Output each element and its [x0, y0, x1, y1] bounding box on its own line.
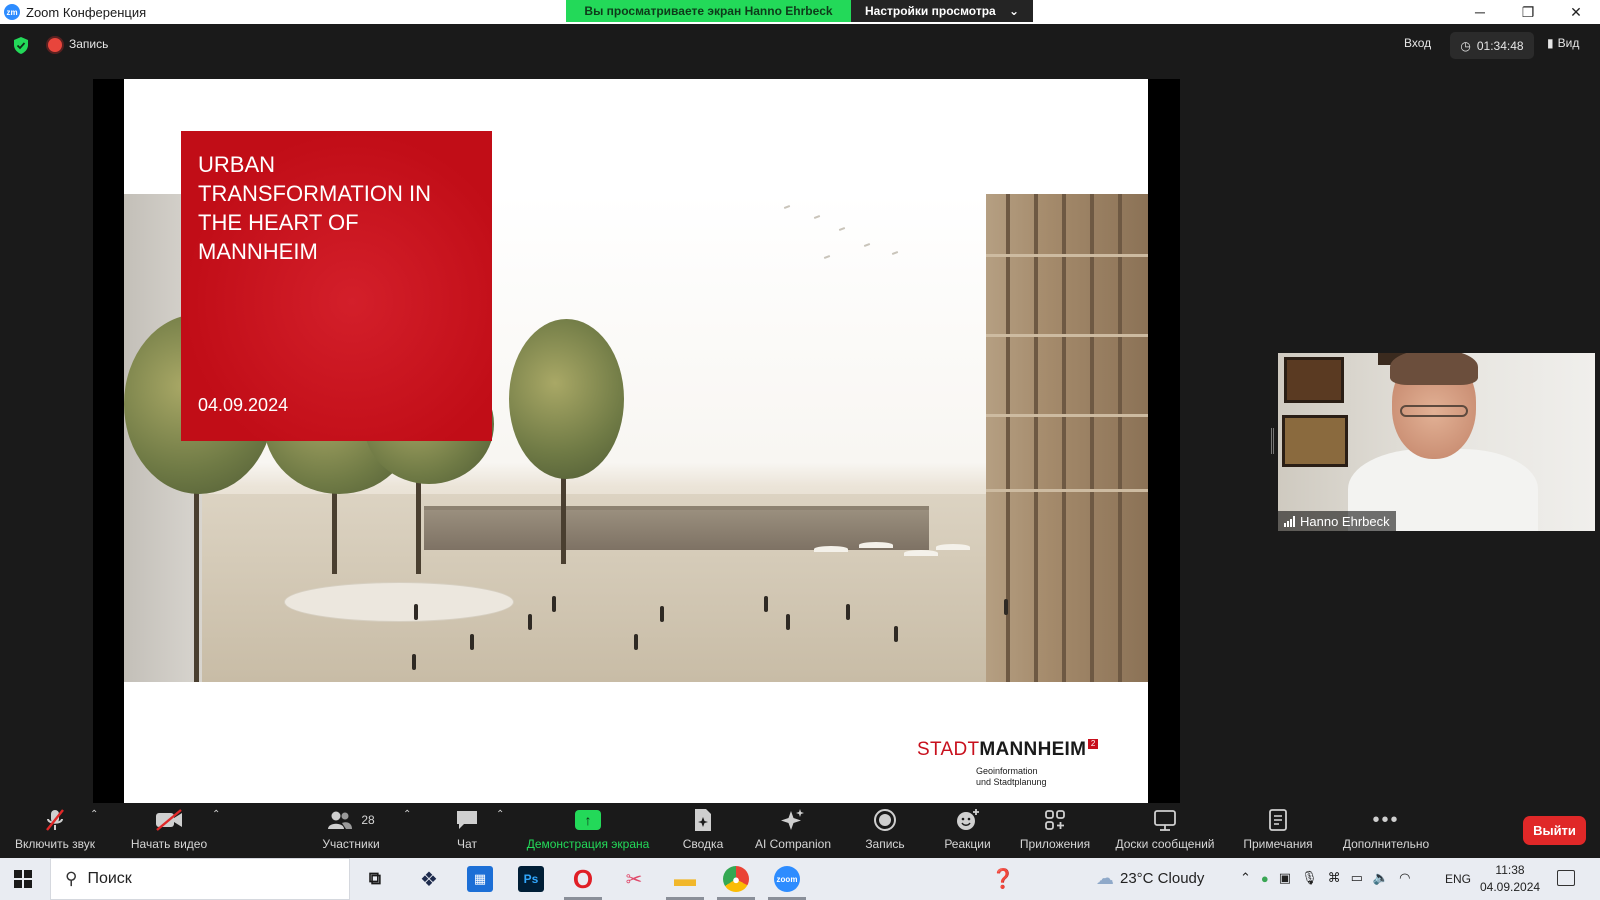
more-dots-icon: •••: [1372, 808, 1400, 831]
signal-strength-icon: [1284, 515, 1295, 527]
summary-button[interactable]: Сводка: [673, 803, 733, 858]
video-off-icon: [155, 805, 183, 835]
share-screen-button[interactable]: ↑ Демонстрация экрана: [518, 803, 658, 858]
record-button[interactable]: Запись: [855, 803, 915, 858]
audio-options-caret[interactable]: ⌃: [90, 809, 98, 820]
shield-icon[interactable]: [13, 37, 29, 54]
task-view-icon[interactable]: ⧉: [362, 866, 388, 892]
window-controls: ─ ❐ ✕: [1456, 0, 1600, 24]
chat-icon: [455, 805, 479, 835]
presentation-slide: URBAN TRANSFORMATION IN THE HEART OF MAN…: [124, 79, 1148, 803]
zoom-app-icon: zm: [4, 4, 20, 20]
recording-icon: [48, 38, 62, 52]
photoshop-icon[interactable]: Ps: [518, 866, 544, 892]
language-indicator[interactable]: ENG: [1445, 872, 1471, 886]
more-button[interactable]: ••• Дополнительно: [1336, 803, 1436, 858]
minimize-button[interactable]: ─: [1456, 0, 1504, 24]
windows-start-icon[interactable]: [14, 870, 32, 888]
microphone-icon[interactable]: 🎙: [1301, 870, 1318, 886]
restore-button[interactable]: ❐: [1504, 0, 1552, 24]
device-icon[interactable]: ▣: [1279, 870, 1291, 886]
sparkle-icon: [780, 805, 806, 835]
ai-companion-button[interactable]: AI Companion: [748, 803, 838, 858]
participants-options-caret[interactable]: ⌃: [403, 809, 411, 820]
record-icon: [873, 805, 897, 835]
muted-mic-icon: [44, 805, 66, 835]
speaker-icon[interactable]: 🔈: [1373, 870, 1389, 886]
file-explorer-icon[interactable]: ▬: [666, 866, 704, 900]
leave-button[interactable]: Выйти: [1523, 816, 1586, 845]
notes-icon: [1268, 805, 1288, 835]
weather-text: 23°C Cloudy: [1120, 870, 1205, 887]
network-icon[interactable]: ⌘: [1328, 870, 1341, 886]
slide-date: 04.09.2024: [198, 395, 289, 415]
timer-value: 01:34:48: [1476, 38, 1524, 53]
emoji-icon: [955, 805, 981, 835]
unmute-button[interactable]: Включить звук: [10, 803, 100, 858]
whiteboards-button[interactable]: Доски сообщений: [1110, 803, 1220, 858]
battery-icon[interactable]: ▭: [1351, 870, 1363, 886]
window-title: Zoom Конференция: [26, 4, 147, 20]
participants-count: 28: [361, 813, 375, 827]
clock-time: 11:38: [1495, 863, 1525, 877]
close-button[interactable]: ✕: [1552, 0, 1600, 24]
search-icon: ⚲: [65, 869, 78, 888]
clock-icon: ◷: [1460, 38, 1471, 53]
speaker-name-tag: Hanno Ehrbeck: [1278, 511, 1396, 531]
slide-title-box: URBAN TRANSFORMATION IN THE HEART OF MAN…: [181, 131, 492, 441]
stadt-mannheim-logo: STADTMANNHEIM 2 Geoinformation und Stadtp…: [917, 739, 1099, 788]
slide-title: URBAN TRANSFORMATION IN THE HEART OF MAN…: [198, 152, 432, 264]
clock-date: 04.09.2024: [1480, 880, 1541, 894]
share-banner-text: Вы просматриваете экран Hanno Ehrbeck: [566, 0, 851, 22]
enter-button[interactable]: Вход: [1404, 36, 1431, 50]
apps-icon: [1044, 805, 1066, 835]
apps-button[interactable]: Приложения: [1015, 803, 1095, 858]
whiteboard-icon: [1153, 805, 1177, 835]
video-options-caret[interactable]: ⌃: [212, 809, 220, 820]
meeting-toolbar: Включить звук ⌃ Начать видео ⌃ 28 Участн…: [0, 803, 1600, 858]
weather-widget[interactable]: ☁ 23°C Cloudy: [1096, 868, 1204, 889]
meeting-top-bar: Запись Вход ◷ 01:34:48 ▮ Вид: [0, 24, 1600, 66]
wifi-icon[interactable]: ◠: [1399, 870, 1410, 886]
windows-taskbar: ⚲ Поиск ⧉ ❖ ▦ Ps O ✂ ▬ ● zoom ❓ ☁ 23°C C…: [0, 858, 1600, 900]
tray-app-icon[interactable]: ●: [1261, 871, 1269, 886]
chat-options-caret[interactable]: ⌃: [496, 809, 504, 820]
reactions-button[interactable]: Реакции: [935, 803, 1000, 858]
participants-icon: [328, 811, 353, 829]
chevron-down-icon: ⌄: [1008, 4, 1019, 18]
view-settings-label: Настройки просмотра: [865, 4, 996, 18]
view-button[interactable]: ▮ Вид: [1547, 36, 1579, 50]
grid-view-icon: ▮: [1547, 36, 1554, 50]
meeting-timer[interactable]: ◷ 01:34:48: [1450, 32, 1534, 59]
summary-icon: [693, 805, 713, 835]
start-video-button[interactable]: Начать видео: [124, 803, 214, 858]
view-settings-button[interactable]: Настройки просмотра ⌄: [851, 0, 1033, 22]
chrome-icon[interactable]: ●: [717, 866, 755, 900]
taskbar-clock[interactable]: 11:38 04.09.2024: [1480, 862, 1540, 896]
panel-resize-handle[interactable]: [1271, 428, 1274, 454]
chat-button[interactable]: Чат: [442, 803, 492, 858]
share-banner: Вы просматриваете экран Hanno Ehrbeck На…: [566, 0, 1033, 22]
share-screen-icon: ↑: [575, 810, 601, 830]
microsoft-store-icon[interactable]: ▦: [467, 866, 493, 892]
snipping-tool-icon[interactable]: ✂: [621, 866, 647, 892]
participants-button[interactable]: 28 Участники: [315, 803, 387, 858]
system-tray: ⌃ ● ▣ 🎙 ⌘ ▭ 🔈 ◠: [1240, 870, 1410, 886]
search-placeholder: Поиск: [87, 870, 132, 887]
taskbar-search-box[interactable]: ⚲ Поиск: [50, 858, 350, 900]
recording-label[interactable]: Запись: [69, 37, 108, 51]
notes-button[interactable]: Примечания: [1238, 803, 1318, 858]
zoom-taskbar-icon[interactable]: zoom: [768, 866, 806, 900]
notifications-icon[interactable]: [1557, 870, 1575, 886]
cloud-icon: ☁: [1096, 868, 1114, 888]
speaker-video-tile[interactable]: Hanno Ehrbeck: [1278, 353, 1595, 531]
speaker-name: Hanno Ehrbeck: [1300, 513, 1390, 529]
chevron-up-icon[interactable]: ⌃: [1240, 870, 1251, 886]
help-icon[interactable]: ❓: [990, 866, 1016, 892]
opera-icon[interactable]: O: [564, 864, 602, 900]
dropbox-icon[interactable]: ❖: [416, 866, 442, 892]
view-label: Вид: [1557, 36, 1580, 50]
